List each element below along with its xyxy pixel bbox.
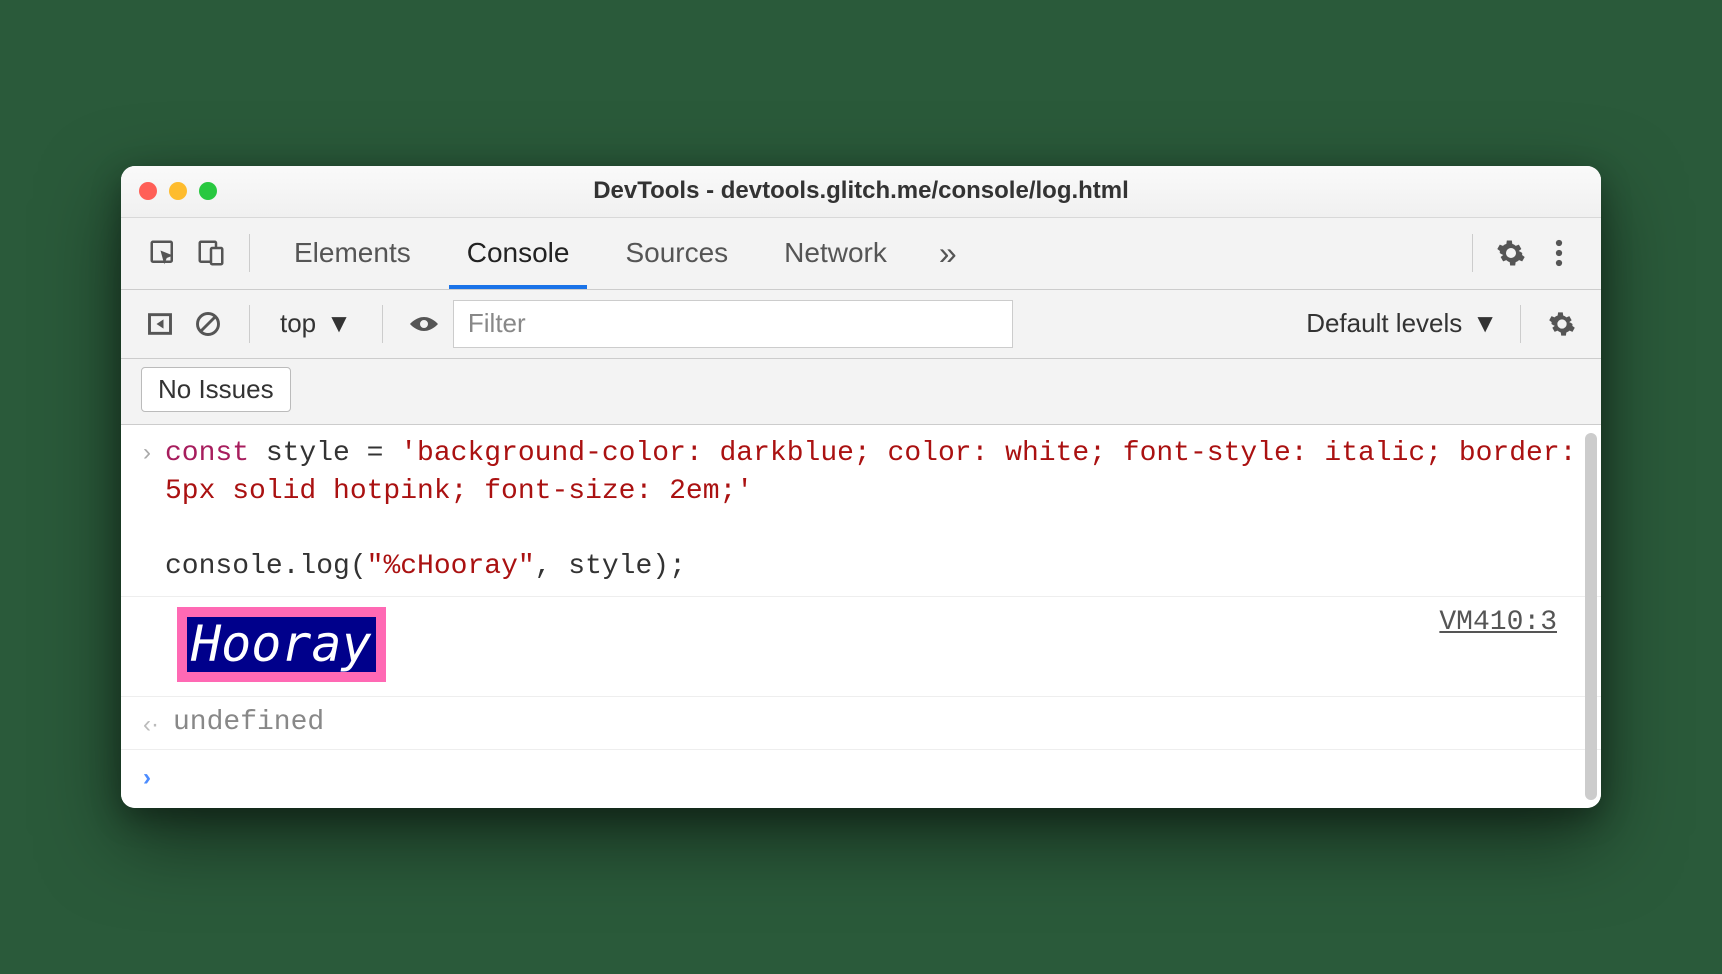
tab-sources[interactable]: Sources — [597, 217, 756, 289]
dropdown-icon: ▼ — [1472, 308, 1498, 339]
return-value: undefined — [173, 707, 324, 738]
console-settings-icon[interactable] — [1543, 305, 1581, 343]
execution-context-select[interactable]: top ▼ — [272, 308, 360, 339]
console-return-entry: ‹· undefined — [121, 697, 1601, 750]
tab-elements[interactable]: Elements — [266, 217, 439, 289]
clear-console-icon[interactable] — [189, 305, 227, 343]
issues-button[interactable]: No Issues — [141, 367, 291, 412]
source-link[interactable]: VM410:3 — [1439, 607, 1579, 638]
divider — [1520, 305, 1521, 343]
dropdown-icon: ▼ — [326, 308, 352, 339]
live-expression-icon[interactable] — [405, 305, 443, 343]
close-window-button[interactable] — [139, 182, 157, 200]
settings-icon[interactable] — [1489, 231, 1533, 275]
panel-tabs: Elements Console Sources Network — [266, 217, 915, 289]
console-output: › const style = 'background-color: darkb… — [121, 425, 1601, 808]
tab-console[interactable]: Console — [439, 217, 598, 289]
window-title: DevTools - devtools.glitch.me/console/lo… — [593, 177, 1129, 205]
console-code[interactable]: const style = 'background-color: darkblu… — [165, 435, 1579, 586]
divider — [1472, 234, 1473, 272]
console-prompt[interactable]: › — [121, 750, 1601, 808]
minimize-window-button[interactable] — [169, 182, 187, 200]
divider — [249, 305, 250, 343]
input-chevron-icon: › — [143, 439, 151, 467]
issues-bar: No Issues — [121, 359, 1601, 425]
divider — [249, 234, 250, 272]
maximize-window-button[interactable] — [199, 182, 217, 200]
prompt-chevron-icon: › — [143, 764, 151, 792]
main-tabstrip: Elements Console Sources Network » — [121, 218, 1601, 290]
return-chevron-icon: ‹· — [143, 711, 159, 739]
filter-input[interactable] — [453, 300, 1013, 348]
device-toolbar-icon[interactable] — [189, 231, 233, 275]
levels-label: Default levels — [1306, 308, 1462, 339]
tab-network[interactable]: Network — [756, 217, 915, 289]
styled-log-text: Hooray — [177, 607, 386, 682]
more-tabs-button[interactable]: » — [919, 235, 977, 272]
titlebar: DevTools - devtools.glitch.me/console/lo… — [121, 166, 1601, 218]
context-label: top — [280, 308, 316, 339]
devtools-window: DevTools - devtools.glitch.me/console/lo… — [121, 166, 1601, 808]
toggle-drawer-icon[interactable] — [141, 305, 179, 343]
console-toolbar: top ▼ Default levels ▼ — [121, 290, 1601, 359]
divider — [382, 305, 383, 343]
more-options-icon[interactable] — [1537, 231, 1581, 275]
traffic-lights — [139, 182, 217, 200]
inspect-element-icon[interactable] — [141, 231, 185, 275]
console-log-output: Hooray VM410:3 — [121, 597, 1601, 697]
log-levels-select[interactable]: Default levels ▼ — [1306, 308, 1498, 339]
console-input-entry: › const style = 'background-color: darkb… — [121, 425, 1601, 597]
